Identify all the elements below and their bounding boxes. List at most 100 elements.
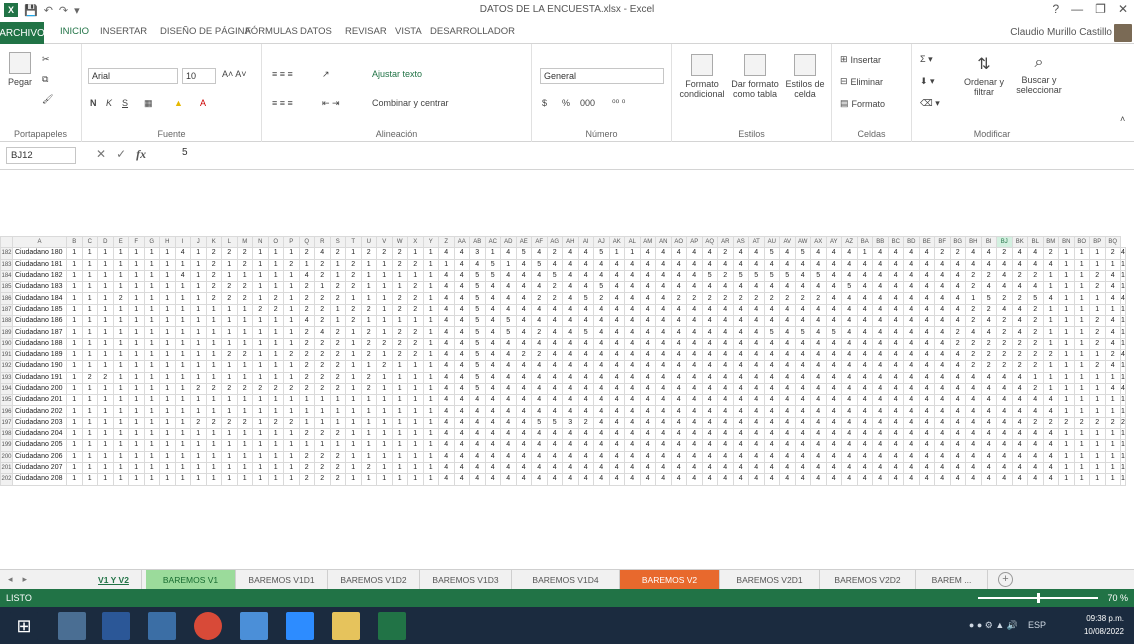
- data-cell[interactable]: 4: [810, 326, 827, 339]
- table-row[interactable]: 199 Ciudadano 205 1 1 1 1 1 1 1 1 1 1 1 1 1 1 1 1 1 1 1 1 1 1 1 1…: [0, 439, 1126, 452]
- data-cell[interactable]: 1: [81, 461, 98, 475]
- data-cell[interactable]: 1: [407, 315, 424, 328]
- data-cell[interactable]: 1: [376, 394, 393, 407]
- data-cell[interactable]: 1: [345, 247, 362, 260]
- data-cell[interactable]: 1: [624, 247, 641, 260]
- data-cell[interactable]: 1: [112, 461, 129, 475]
- data-cell[interactable]: 4: [577, 439, 594, 452]
- data-cell[interactable]: 1: [205, 439, 222, 452]
- data-cell[interactable]: 1: [267, 269, 284, 283]
- data-cell[interactable]: 1: [1058, 292, 1075, 305]
- data-cell[interactable]: 4: [484, 405, 501, 418]
- data-cell[interactable]: 1: [1120, 269, 1126, 283]
- tray-icons[interactable]: ● ● ⚙ ▲ 🔊: [969, 620, 1018, 631]
- data-cell[interactable]: 1: [97, 247, 114, 260]
- data-cell[interactable]: 4: [577, 473, 594, 486]
- data-cell[interactable]: 5: [469, 371, 486, 384]
- data-cell[interactable]: 1: [360, 450, 377, 463]
- data-cell[interactable]: 2: [329, 247, 346, 260]
- data-cell[interactable]: 4: [438, 269, 455, 283]
- data-cell[interactable]: 4: [779, 450, 796, 463]
- data-cell[interactable]: 1: [1058, 258, 1075, 271]
- data-cell[interactable]: 4: [670, 428, 687, 441]
- data-cell[interactable]: 4: [438, 326, 455, 339]
- data-cell[interactable]: 1: [1073, 461, 1090, 475]
- add-sheet-icon[interactable]: +: [998, 572, 1013, 587]
- data-cell[interactable]: 4: [639, 326, 656, 339]
- data-cell[interactable]: 4: [531, 461, 548, 475]
- data-cell[interactable]: 4: [872, 258, 889, 271]
- data-cell[interactable]: 4: [500, 382, 517, 396]
- data-cell[interactable]: 4: [593, 405, 610, 418]
- data-cell[interactable]: 4: [453, 269, 470, 283]
- data-cell[interactable]: 4: [701, 416, 718, 430]
- data-cell[interactable]: 4: [562, 473, 579, 486]
- data-cell[interactable]: 2: [1011, 292, 1028, 305]
- data-cell[interactable]: 4: [531, 405, 548, 418]
- data-cell[interactable]: 2: [314, 371, 331, 384]
- data-cell[interactable]: 1: [1058, 337, 1075, 350]
- data-cell[interactable]: 4: [577, 258, 594, 271]
- data-cell[interactable]: 1: [66, 382, 83, 396]
- data-cell[interactable]: 1: [66, 281, 83, 294]
- data-cell[interactable]: 4: [949, 292, 966, 305]
- data-cell[interactable]: 4: [841, 416, 858, 430]
- data-cell[interactable]: 4: [763, 405, 780, 418]
- data-cell[interactable]: 1: [190, 371, 207, 384]
- respondent-name-cell[interactable]: Ciudadano 191: [12, 371, 67, 384]
- data-cell[interactable]: 2: [360, 371, 377, 384]
- data-cell[interactable]: 4: [453, 258, 470, 271]
- data-cell[interactable]: 4: [841, 394, 858, 407]
- data-cell[interactable]: 4: [794, 337, 811, 350]
- data-cell[interactable]: 4: [562, 348, 579, 362]
- data-cell[interactable]: 1: [205, 428, 222, 441]
- data-cell[interactable]: 4: [1104, 382, 1121, 396]
- data-cell[interactable]: 1: [190, 281, 207, 294]
- data-cell[interactable]: 4: [779, 371, 796, 384]
- data-cell[interactable]: 4: [810, 450, 827, 463]
- data-cell[interactable]: 4: [577, 269, 594, 283]
- data-cell[interactable]: 2: [314, 360, 331, 373]
- data-cell[interactable]: 4: [639, 281, 656, 294]
- data-cell[interactable]: 2: [1058, 416, 1075, 430]
- data-cell[interactable]: 1: [159, 416, 176, 430]
- data-cell[interactable]: 4: [825, 292, 842, 305]
- data-cell[interactable]: 4: [825, 337, 842, 350]
- data-cell[interactable]: 1: [159, 281, 176, 294]
- data-cell[interactable]: 1: [143, 326, 160, 339]
- data-cell[interactable]: 4: [934, 428, 951, 441]
- data-cell[interactable]: 4: [453, 360, 470, 373]
- data-cell[interactable]: 4: [546, 461, 563, 475]
- data-cell[interactable]: 1: [345, 337, 362, 350]
- fill-icon[interactable]: ⬇ ▾: [920, 76, 935, 87]
- column-header[interactable]: AP: [686, 236, 703, 249]
- data-cell[interactable]: 1: [407, 461, 424, 475]
- data-cell[interactable]: 1: [221, 315, 238, 328]
- data-cell[interactable]: 1: [143, 292, 160, 305]
- data-cell[interactable]: 4: [531, 269, 548, 283]
- data-cell[interactable]: 4: [438, 473, 455, 486]
- data-cell[interactable]: 4: [686, 337, 703, 350]
- data-cell[interactable]: 1: [422, 247, 439, 260]
- data-cell[interactable]: 1: [360, 315, 377, 328]
- data-cell[interactable]: 4: [655, 382, 672, 396]
- data-cell[interactable]: 2: [345, 269, 362, 283]
- data-cell[interactable]: 1: [298, 439, 315, 452]
- data-cell[interactable]: 4: [546, 258, 563, 271]
- data-cell[interactable]: 2: [1104, 348, 1121, 362]
- data-cell[interactable]: 1: [205, 360, 222, 373]
- row-number[interactable]: 201: [0, 461, 13, 475]
- data-cell[interactable]: 4: [438, 428, 455, 441]
- data-cell[interactable]: 1: [298, 258, 315, 271]
- data-cell[interactable]: 5: [531, 258, 548, 271]
- data-cell[interactable]: 1: [1042, 382, 1059, 396]
- data-cell[interactable]: 4: [531, 315, 548, 328]
- sort-filter-button[interactable]: ⇅ Ordenar y filtrar: [962, 54, 1006, 97]
- data-cell[interactable]: 4: [701, 360, 718, 373]
- data-cell[interactable]: 4: [670, 326, 687, 339]
- data-cell[interactable]: 4: [763, 371, 780, 384]
- data-cell[interactable]: 4: [934, 394, 951, 407]
- data-cell[interactable]: 1: [81, 394, 98, 407]
- data-cell[interactable]: 4: [996, 269, 1013, 283]
- data-cell[interactable]: 4: [670, 405, 687, 418]
